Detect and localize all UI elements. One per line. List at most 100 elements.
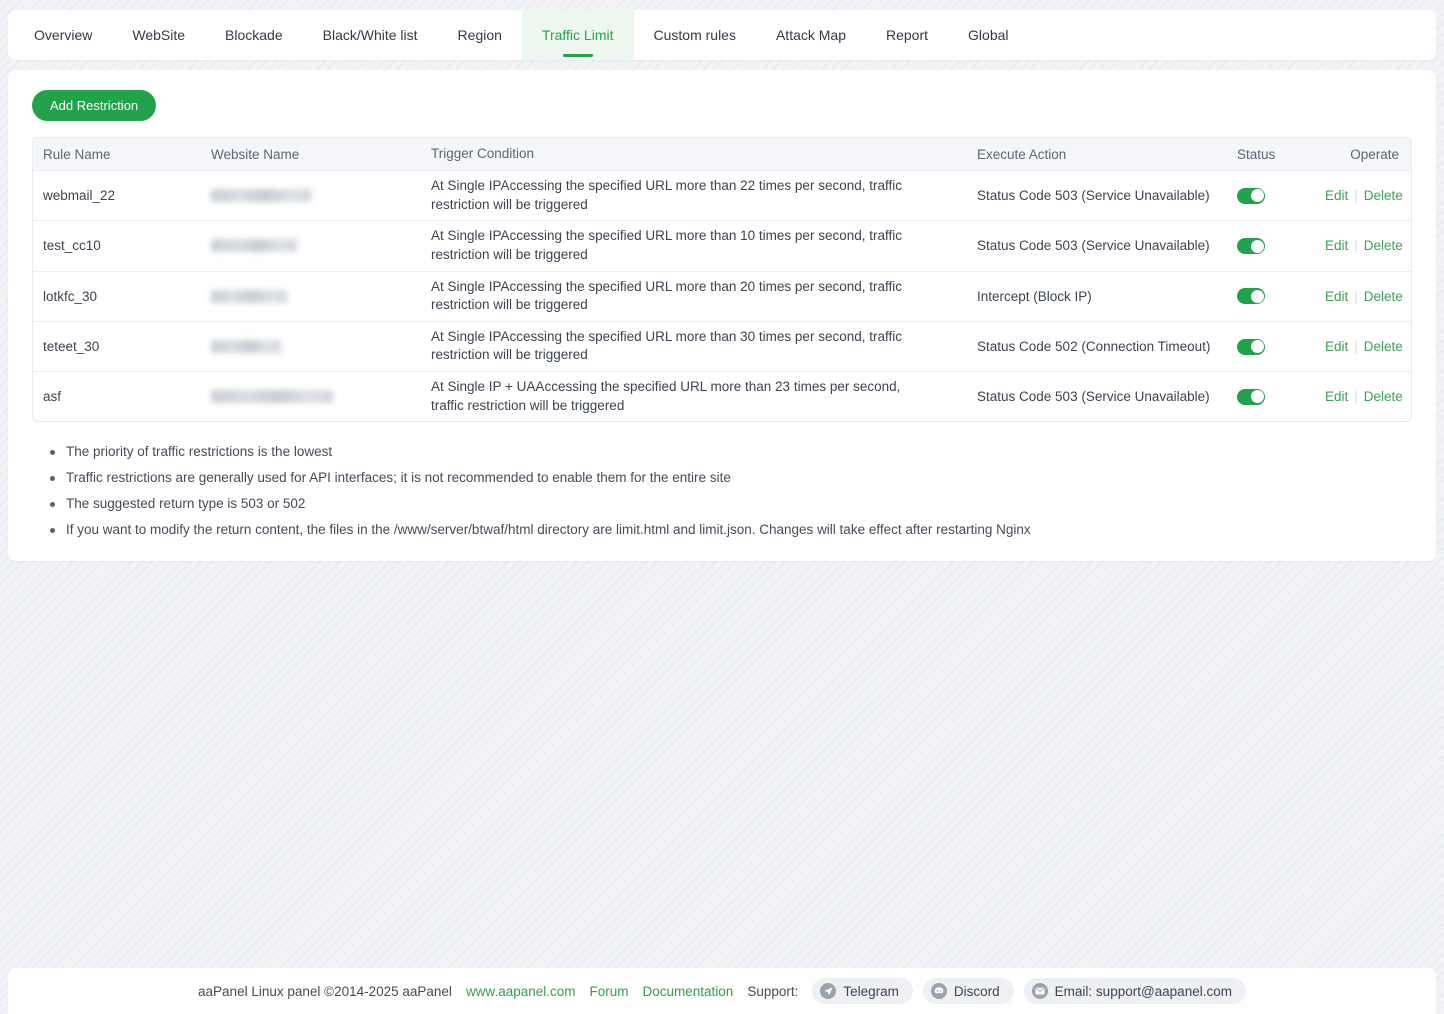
support-badge-telegram[interactable]: Telegram <box>812 978 913 1004</box>
support-badge-email[interactable]: Email: support@aapanel.com <box>1024 978 1246 1004</box>
tab-label: Blockade <box>225 27 283 43</box>
rule-name-cell: teteet_30 <box>33 333 201 360</box>
restriction-table: Rule Name Website Name Trigger Condition… <box>32 137 1412 422</box>
toggle-knob <box>1251 189 1264 202</box>
tab-blockade[interactable]: Blockade <box>205 10 303 60</box>
status-cell <box>1227 232 1315 260</box>
tab-region[interactable]: Region <box>438 10 522 60</box>
table-row: asf At Single IP + UAAccessing the specif… <box>33 371 1411 421</box>
toggle-knob <box>1251 290 1264 303</box>
tab-black-white-list[interactable]: Black/White list <box>303 10 438 60</box>
website-name-redacted <box>211 390 333 403</box>
operate-cell: Edit | Delete <box>1315 333 1411 360</box>
tab-label: Black/White list <box>323 27 418 43</box>
trigger-condition-cell: At Single IPAccessing the specified URL … <box>421 221 967 270</box>
operate-cell: Edit|Delete <box>1315 232 1411 259</box>
website-name-cell <box>201 233 421 258</box>
delete-link[interactable]: Delete <box>1364 389 1403 404</box>
rule-name-cell: webmail_22 <box>33 182 201 209</box>
table-row: lotkfc_30At Single IPAccessing the speci… <box>33 271 1411 321</box>
status-cell <box>1227 282 1315 310</box>
telegram-icon <box>820 983 836 999</box>
traffic-limit-panel: Add Restriction Rule Name Website Name T… <box>8 70 1436 561</box>
tab-label: WebSite <box>132 27 185 43</box>
status-cell <box>1227 332 1315 360</box>
trigger-condition-cell: At Single IPAccessing the specified URL … <box>421 171 967 220</box>
execute-action-cell: Status Code 503 (Service Unavailable) <box>967 383 1227 410</box>
column-header-rule-name: Rule Name <box>33 141 201 168</box>
toggle-knob <box>1251 390 1264 403</box>
edit-link[interactable]: Edit <box>1325 188 1348 203</box>
column-header-operate: Operate <box>1315 141 1411 168</box>
delete-link[interactable]: Delete <box>1364 188 1403 203</box>
operate-separator: | <box>1354 188 1358 203</box>
operate-separator: | <box>1354 389 1358 404</box>
page-footer: aaPanel Linux panel ©2014-2025 aaPanel w… <box>8 968 1436 1014</box>
table-row: webmail_22 At Single IPAccessing the spec… <box>33 170 1411 220</box>
badge-label: Email: support@aapanel.com <box>1055 984 1232 999</box>
discord-icon <box>931 983 947 999</box>
edit-link[interactable]: Edit <box>1325 238 1348 253</box>
table-row: test_cc10 At Single IPAccessing the speci… <box>33 220 1411 270</box>
rule-name-cell: test_cc10 <box>33 232 201 259</box>
tab-website[interactable]: WebSite <box>112 10 205 60</box>
edit-link[interactable]: Edit <box>1325 389 1348 404</box>
toggle-knob <box>1251 240 1264 253</box>
email-icon <box>1032 983 1048 999</box>
operate-cell: Edit | Delete <box>1315 182 1411 209</box>
website-name-redacted <box>211 189 311 202</box>
active-tab-underline <box>563 54 593 57</box>
footer-link-documentation[interactable]: Documentation <box>643 984 734 999</box>
column-header-execute-action: Execute Action <box>967 141 1227 168</box>
delete-link[interactable]: Delete <box>1364 238 1403 253</box>
main-tab-bar: Overview WebSite Blockade Black/White list R… <box>8 10 1436 60</box>
operate-separator: | <box>1354 339 1358 354</box>
footer-link-forum[interactable]: Forum <box>590 984 629 999</box>
tab-label: Global <box>968 27 1008 43</box>
website-name-cell <box>201 384 421 409</box>
tab-label: Region <box>458 27 502 43</box>
website-name-cell <box>201 284 421 309</box>
website-name-redacted <box>211 290 287 303</box>
tab-attack-map[interactable]: Attack Map <box>756 10 866 60</box>
support-badge-discord[interactable]: Discord <box>923 978 1014 1004</box>
note-item: If you want to modify the return content… <box>50 522 1412 537</box>
operate-cell: Edit | Delete <box>1315 283 1411 310</box>
tab-overview[interactable]: Overview <box>8 10 112 60</box>
badge-label: Telegram <box>843 984 899 999</box>
execute-action-cell: Intercept (Block IP) <box>967 283 1227 310</box>
status-toggle[interactable] <box>1237 188 1265 204</box>
trigger-condition-cell: At Single IP + UAAccessing the specified… <box>421 372 967 421</box>
status-toggle[interactable] <box>1237 288 1265 304</box>
status-toggle[interactable] <box>1237 339 1265 355</box>
website-name-cell <box>201 334 421 359</box>
notes-list: The priority of traffic restrictions is … <box>50 444 1412 537</box>
tab-global[interactable]: Global <box>948 10 1028 60</box>
trigger-condition-cell: At Single IPAccessing the specified URL … <box>421 272 967 321</box>
tab-traffic-limit[interactable]: Traffic Limit <box>522 10 634 60</box>
execute-action-cell: Status Code 503 (Service Unavailable) <box>967 232 1227 259</box>
column-header-website-name: Website Name <box>201 141 421 168</box>
tab-report[interactable]: Report <box>866 10 948 60</box>
execute-action-cell: Status Code 502 (Connection Timeout) <box>967 333 1227 360</box>
operate-separator: | <box>1354 289 1358 304</box>
tab-custom-rules[interactable]: Custom rules <box>634 10 756 60</box>
badge-label: Discord <box>954 984 1000 999</box>
tab-label: Attack Map <box>776 27 846 43</box>
delete-link[interactable]: Delete <box>1364 339 1403 354</box>
website-name-redacted <box>211 239 297 252</box>
tab-label: Report <box>886 27 928 43</box>
status-cell <box>1227 181 1315 209</box>
status-toggle[interactable] <box>1237 389 1265 405</box>
add-restriction-button[interactable]: Add Restriction <box>32 90 156 121</box>
footer-link-www-aapanel-com[interactable]: www.aapanel.com <box>466 984 576 999</box>
column-header-status: Status <box>1227 141 1315 168</box>
status-cell <box>1227 382 1315 410</box>
edit-link[interactable]: Edit <box>1325 289 1348 304</box>
note-item: The suggested return type is 503 or 502 <box>50 496 1412 511</box>
delete-link[interactable]: Delete <box>1364 289 1403 304</box>
rule-name-cell: asf <box>33 383 201 410</box>
edit-link[interactable]: Edit <box>1325 339 1348 354</box>
status-toggle[interactable] <box>1237 238 1265 254</box>
trigger-condition-cell: At Single IPAccessing the specified URL … <box>421 322 967 371</box>
